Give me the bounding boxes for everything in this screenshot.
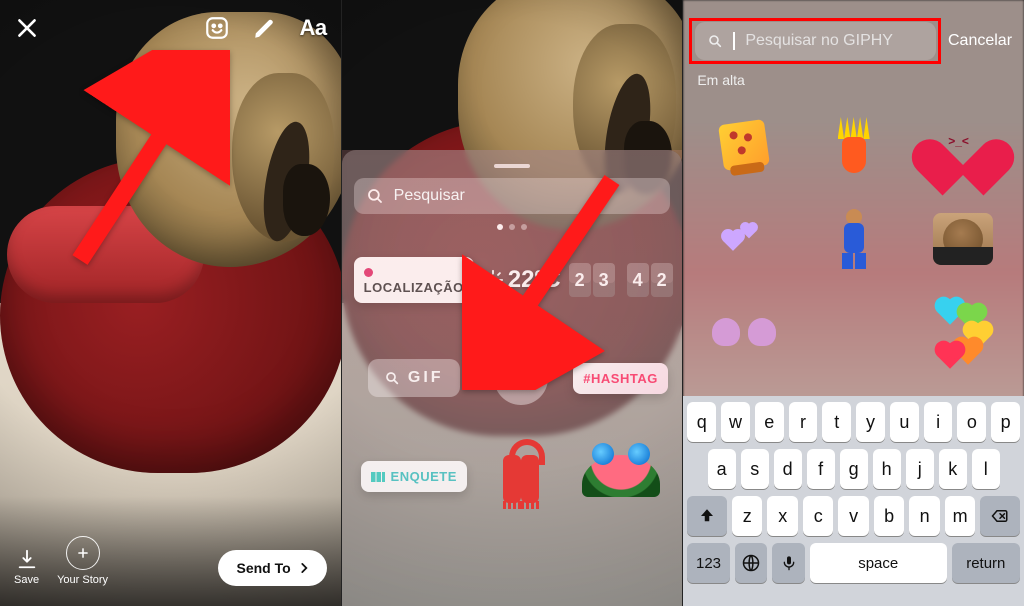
key-p[interactable]: p: [991, 402, 1020, 442]
numbers-key[interactable]: 123: [687, 543, 729, 583]
gif-drake[interactable]: [910, 194, 1016, 284]
draw-icon[interactable]: [252, 15, 278, 41]
save-label: Save: [14, 574, 39, 586]
poll-sticker[interactable]: ENQUETE: [354, 432, 474, 520]
text-tool[interactable]: Aa: [300, 15, 327, 41]
save-button[interactable]: Save: [14, 548, 39, 586]
key-v[interactable]: v: [838, 496, 868, 536]
download-icon: [16, 548, 38, 570]
key-q[interactable]: q: [687, 402, 716, 442]
watermelon-sticker[interactable]: [569, 432, 673, 520]
key-x[interactable]: x: [767, 496, 797, 536]
key-c[interactable]: c: [803, 496, 833, 536]
key-t[interactable]: t: [822, 402, 851, 442]
sticker-tray-screen: Pesquisar LOCALIZAÇÃO 22ºC 2342 GIF #HAS…: [341, 0, 683, 606]
shift-key[interactable]: [687, 496, 727, 536]
gif-heart-face[interactable]: >_<: [910, 100, 1016, 190]
key-d[interactable]: d: [774, 449, 802, 489]
send-to-label: Send To: [236, 560, 290, 576]
editor-top-bar: Aa: [0, 0, 341, 56]
globe-icon: [741, 553, 761, 573]
key-l[interactable]: l: [972, 449, 1000, 489]
kbd-row-3: zxcvbnm: [687, 496, 1020, 536]
your-story-label: Your Story: [57, 574, 108, 586]
drag-handle[interactable]: [494, 164, 530, 168]
search-placeholder: Pesquisar: [394, 187, 465, 205]
chevron-right-icon: [297, 561, 311, 575]
key-h[interactable]: h: [873, 449, 901, 489]
backspace-key[interactable]: [980, 496, 1020, 536]
story-editor-screen: Aa Save Your Story Send To: [0, 0, 341, 606]
kbd-row-2: asdfghjkl: [687, 449, 1020, 489]
watermelon-icon: [582, 455, 660, 497]
key-b[interactable]: b: [874, 496, 904, 536]
gif-pizza[interactable]: [691, 100, 797, 190]
key-u[interactable]: u: [890, 402, 919, 442]
ios-keyboard[interactable]: qwertyuiop asdfghjkl zxcvbnm 123 space r…: [683, 396, 1024, 606]
gif-doves[interactable]: [691, 288, 797, 378]
gif-sticker[interactable]: GIF: [354, 334, 474, 422]
key-a[interactable]: a: [708, 449, 736, 489]
text-cursor: [733, 32, 735, 50]
plus-circle-icon: [66, 536, 100, 570]
send-to-button[interactable]: Send To: [218, 550, 326, 586]
search-icon: [707, 33, 723, 49]
gif-small-hearts[interactable]: [691, 194, 797, 284]
trending-label: Em alta: [697, 72, 744, 88]
scarf-sticker[interactable]: [482, 432, 561, 520]
giphy-search-screen: Pesquisar no GIPHY Cancelar Em alta >_< …: [682, 0, 1024, 606]
key-m[interactable]: m: [945, 496, 975, 536]
key-n[interactable]: n: [909, 496, 939, 536]
scarf-icon: [489, 439, 553, 513]
key-o[interactable]: o: [957, 402, 986, 442]
gif-dancer[interactable]: [801, 194, 907, 284]
shift-icon: [698, 507, 716, 525]
search-icon: [384, 370, 400, 386]
mic-icon: [781, 553, 797, 573]
key-s[interactable]: s: [741, 449, 769, 489]
giphy-search-input[interactable]: Pesquisar no GIPHY: [695, 22, 936, 60]
gif-lisa[interactable]: [801, 100, 907, 190]
key-f[interactable]: f: [807, 449, 835, 489]
editor-bottom-bar: Save Your Story Send To: [0, 496, 341, 606]
return-key[interactable]: return: [952, 543, 1020, 583]
key-k[interactable]: k: [939, 449, 967, 489]
key-j[interactable]: j: [906, 449, 934, 489]
giphy-top-bar: Pesquisar no GIPHY Cancelar: [683, 22, 1024, 60]
key-w[interactable]: w: [721, 402, 750, 442]
close-icon[interactable]: [14, 15, 40, 41]
key-y[interactable]: y: [856, 402, 885, 442]
globe-key[interactable]: [735, 543, 768, 583]
backspace-icon: [989, 507, 1011, 525]
key-r[interactable]: r: [789, 402, 818, 442]
gif-rainbow-hearts[interactable]: [910, 288, 1016, 378]
kbd-row-1: qwertyuiop: [687, 402, 1020, 442]
giphy-results: >_<: [683, 96, 1024, 396]
key-z[interactable]: z: [732, 496, 762, 536]
sticker-icon[interactable]: [204, 15, 230, 41]
location-sticker[interactable]: LOCALIZAÇÃO: [354, 236, 474, 324]
key-e[interactable]: e: [755, 402, 784, 442]
space-key[interactable]: space: [810, 543, 947, 583]
kbd-row-4: 123 space return: [687, 543, 1020, 583]
giphy-placeholder: Pesquisar no GIPHY: [745, 32, 893, 50]
your-story-button[interactable]: Your Story: [57, 536, 108, 586]
key-i[interactable]: i: [924, 402, 953, 442]
search-icon: [366, 187, 384, 205]
cancel-button[interactable]: Cancelar: [948, 32, 1012, 50]
mic-key[interactable]: [772, 543, 805, 583]
tutorial-arrow-icon: [60, 50, 230, 270]
tutorial-arrow-icon: [462, 170, 632, 390]
key-g[interactable]: g: [840, 449, 868, 489]
